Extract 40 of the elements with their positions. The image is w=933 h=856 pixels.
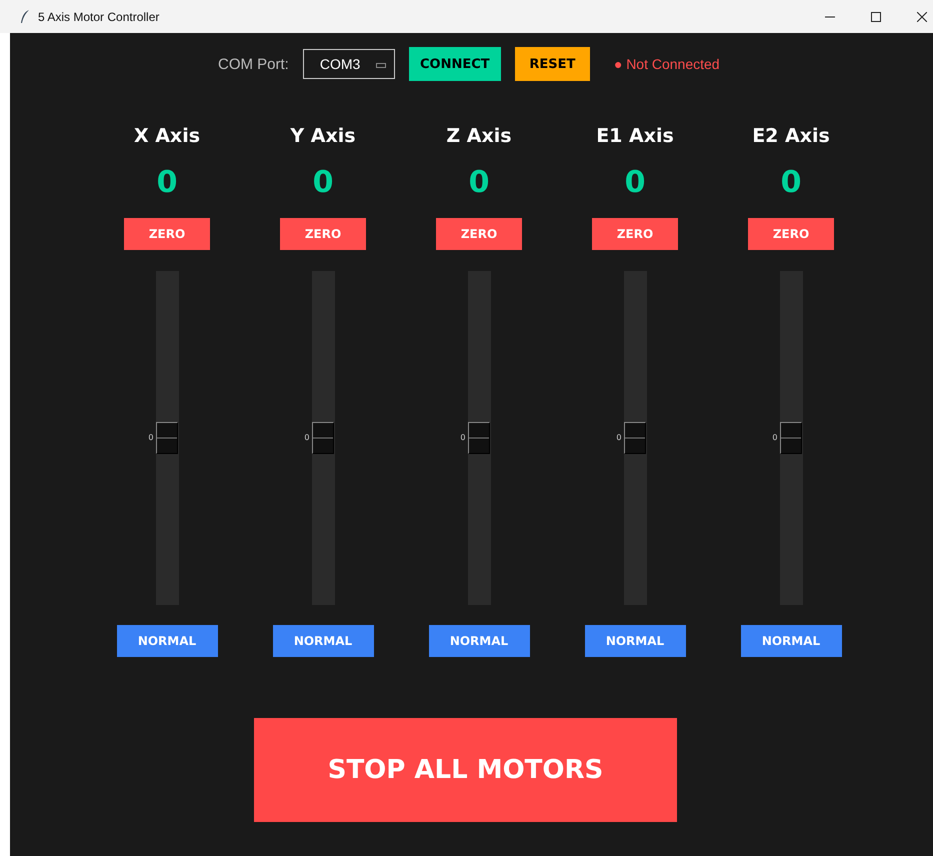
axis-title: X Axis (134, 125, 200, 149)
slider-thumb[interactable] (156, 422, 178, 454)
zero-button[interactable]: ZERO (436, 218, 522, 250)
connection-status: ● Not Connected (614, 56, 720, 72)
mode-button[interactable]: NORMAL (740, 625, 842, 657)
slider-value: 0 (304, 434, 310, 442)
slider-thumb[interactable] (312, 422, 334, 454)
axis-position: 0 (624, 165, 646, 202)
connect-button[interactable]: CONNECT (408, 47, 501, 81)
axis-position: 0 (780, 165, 802, 202)
reset-button[interactable]: RESET (514, 47, 590, 81)
slider-thumb[interactable] (624, 422, 646, 454)
axis-title: E1 Axis (596, 125, 674, 149)
axis-position: 0 (312, 165, 334, 202)
mode-button[interactable]: NORMAL (272, 625, 374, 657)
mode-button[interactable]: NORMAL (584, 625, 686, 657)
zero-button[interactable]: ZERO (280, 218, 366, 250)
zero-button[interactable]: ZERO (592, 218, 678, 250)
close-icon[interactable] (917, 12, 927, 22)
mode-button[interactable]: NORMAL (116, 625, 218, 657)
zero-button[interactable]: ZERO (124, 218, 210, 250)
slider-value: 0 (148, 434, 154, 442)
slider-value: 0 (772, 434, 778, 442)
axis-title: Y Axis (290, 125, 356, 149)
axis-title: E2 Axis (752, 125, 830, 149)
slider-thumb[interactable] (468, 422, 490, 454)
mode-button[interactable]: NORMAL (428, 625, 530, 657)
stop-all-button[interactable]: STOP ALL MOTORS (254, 718, 677, 822)
com-port-dropdown[interactable]: COM3 (302, 49, 395, 79)
maximize-icon[interactable] (871, 12, 881, 22)
com-port-label: COM Port: (218, 56, 289, 72)
slider-value: 0 (460, 434, 466, 442)
axis-position: 0 (156, 165, 178, 202)
window-title: 5 Axis Motor Controller (38, 10, 160, 24)
axis-position: 0 (468, 165, 490, 202)
slider-thumb[interactable] (780, 422, 802, 454)
axis-title: Z Axis (446, 125, 512, 149)
slider-value: 0 (616, 434, 622, 442)
feather-icon (20, 10, 30, 24)
zero-button[interactable]: ZERO (748, 218, 834, 250)
